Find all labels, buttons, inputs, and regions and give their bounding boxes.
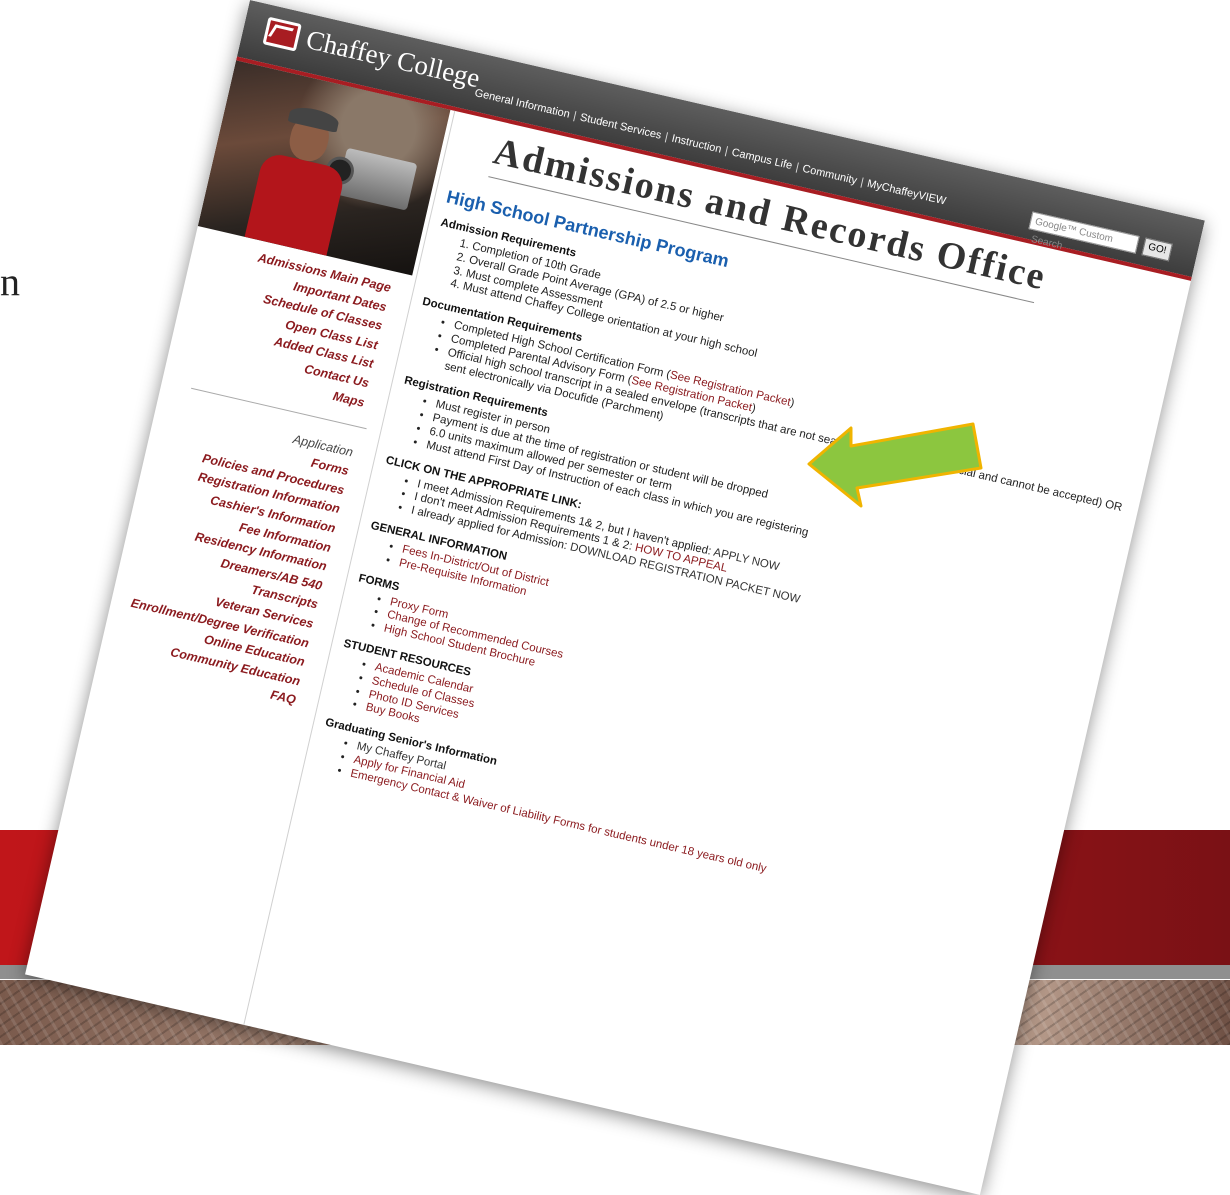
nav-separator: | xyxy=(859,176,865,189)
nav-separator: | xyxy=(572,109,578,123)
nav-separator: | xyxy=(794,161,801,174)
search-area: Google™ Custom Search GO! xyxy=(1028,211,1173,262)
nav-separator: | xyxy=(663,131,670,144)
nav-campus-life[interactable]: Campus Life xyxy=(730,146,793,172)
nav-separator: | xyxy=(723,144,730,158)
search-go-button[interactable]: GO! xyxy=(1141,237,1173,262)
nav-general-information[interactable]: General Information xyxy=(474,87,571,121)
nav-student-services[interactable]: Student Services xyxy=(579,111,663,141)
annotation-arrow xyxy=(807,422,983,508)
nav-instruction[interactable]: Instruction xyxy=(670,133,722,156)
nav-mychaffeyview[interactable]: MyChaffeyVIEW xyxy=(866,178,947,208)
left-arrow-icon xyxy=(807,422,983,508)
search-input[interactable]: Google™ Custom Search xyxy=(1028,211,1140,254)
doc-item-end: ) xyxy=(788,397,796,410)
slide-partial-text: n xyxy=(0,259,20,304)
college-logo-icon xyxy=(262,16,302,52)
nav-community[interactable]: Community xyxy=(801,163,858,187)
